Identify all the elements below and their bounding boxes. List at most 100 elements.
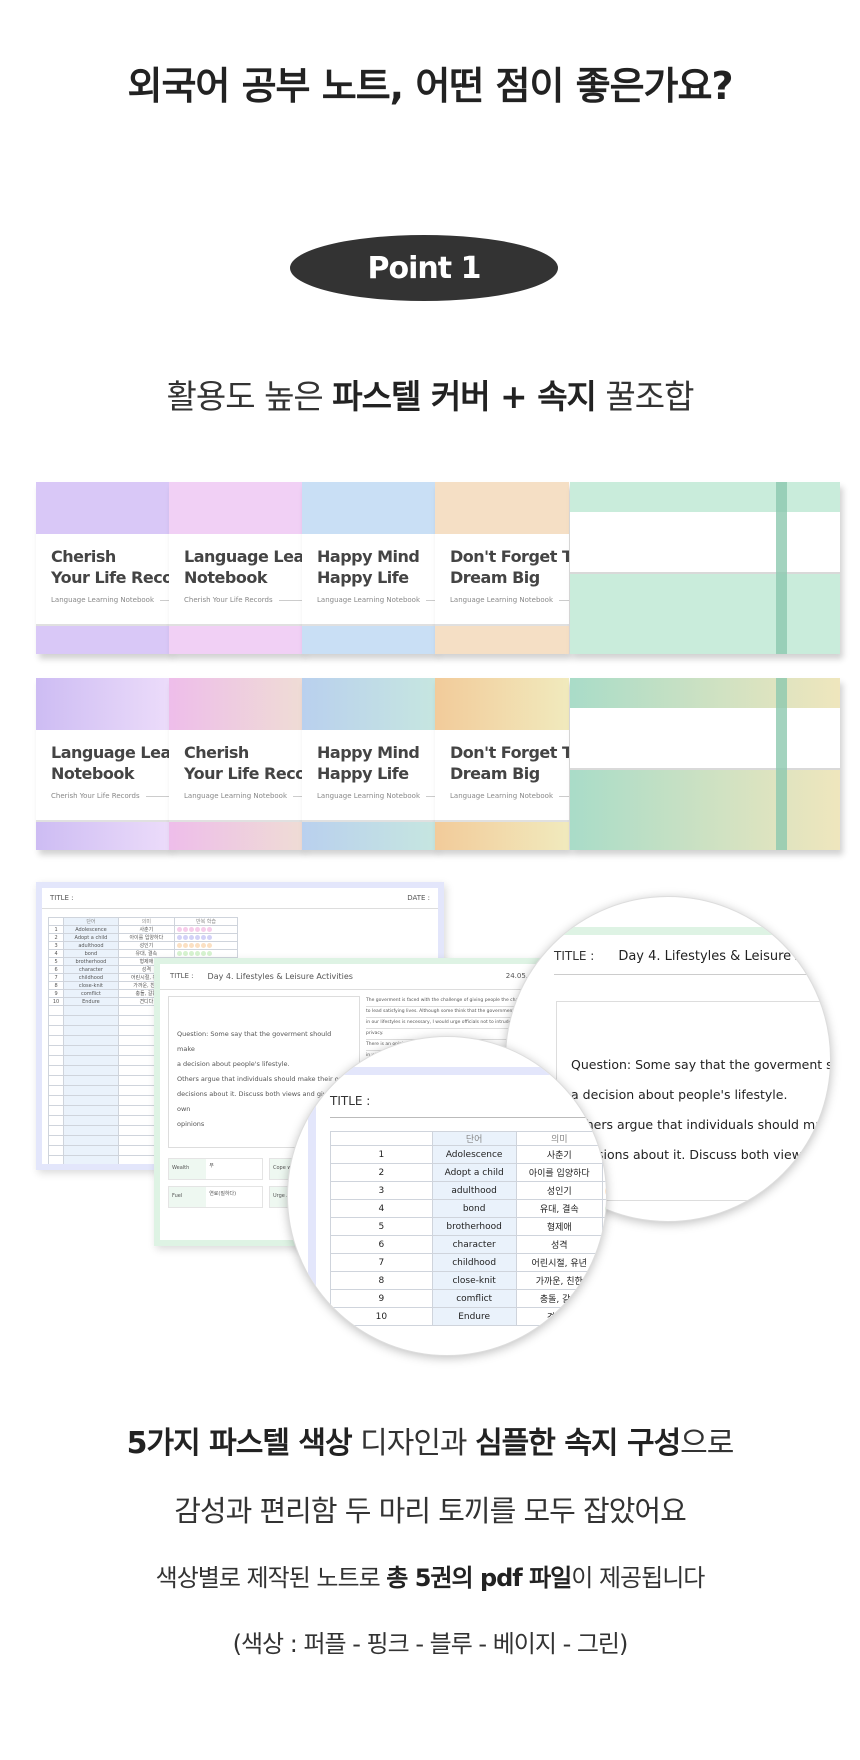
color-list: (색상 : 퍼플 - 핑크 - 블루 - 베이지 - 그린)	[232, 1630, 629, 1658]
text: 으로	[680, 1426, 734, 1461]
cover-title: Don't Forget To	[450, 743, 569, 762]
cover-title: Dream Big	[450, 764, 540, 783]
dot-icon	[176, 934, 182, 940]
question-line: a decision about people's lifestyle.	[571, 1087, 788, 1102]
cover-title: Language Learning	[51, 743, 170, 762]
column-header: 의미	[515, 1131, 603, 1146]
table-row: 6 character 성격	[330, 1235, 606, 1254]
notebook-cover: Cherish Your Life Records Language Learnin…	[36, 482, 170, 654]
bold-text: 심플한 속지 구성	[475, 1426, 681, 1461]
review-dots	[601, 1253, 606, 1272]
table-row: 9 comflict 충돌, 갈등	[330, 1289, 606, 1308]
point-badge: Point 1	[290, 235, 558, 301]
row-number: 1	[330, 1145, 433, 1164]
zoom-circle-vocab: TITLE : 단어의미반복 학습1Adolescence사춘기2Adopt a…	[287, 1036, 607, 1356]
feature-line-1: 5가지 파스텔 색상 디자인과 심플한 속지 구성으로	[0, 1418, 860, 1462]
word-cell: close-knit	[63, 981, 119, 990]
meaning-cell: 사춘기	[117, 925, 175, 934]
table-row: 2 Adopt a child 아이를 입양하다	[47, 933, 239, 942]
column-header: 반복 학습	[173, 917, 239, 926]
notebook-cover-green	[570, 678, 840, 850]
word-cell: comflict	[63, 989, 119, 998]
cover-title: Dream Big	[450, 568, 540, 587]
dot-icon	[604, 1183, 606, 1198]
review-dots	[601, 1289, 606, 1308]
dot-icon	[182, 926, 188, 932]
dot-icon	[194, 926, 200, 932]
word-cell: Endure	[63, 997, 119, 1006]
elastic-strap	[776, 678, 787, 850]
row-number: 7	[47, 973, 65, 982]
table-row: 4 bond 유대, 결속	[47, 949, 239, 958]
meaning-cell: 가까운, 친한	[515, 1271, 603, 1290]
meaning-cell: 성인기	[515, 1181, 603, 1200]
question-line: decisions about it. Discuss both views a…	[571, 1147, 830, 1162]
row-number: 1	[47, 925, 65, 934]
row-number: 3	[47, 941, 65, 950]
bold-text: 5가지 파스텔 색상	[126, 1426, 353, 1461]
column-header: 단어	[431, 1131, 517, 1146]
table-row: 4 bond 유대, 결속	[330, 1199, 606, 1218]
dot-icon	[194, 942, 200, 948]
dot-icon	[188, 942, 194, 948]
word-cell: comflict	[431, 1289, 517, 1308]
cover-title: Your Life Records	[51, 568, 170, 587]
row-number: 10	[330, 1307, 433, 1326]
word-cell: Adolescence	[63, 925, 119, 934]
row-number: 8	[330, 1271, 433, 1290]
row-number: 10	[47, 997, 65, 1006]
subtitle-text: 활용도 높은	[166, 377, 333, 416]
row-number: 4	[330, 1199, 433, 1218]
table-row: 1 Adolescence 사춘기	[47, 925, 239, 934]
word-cell: childhood	[431, 1253, 517, 1272]
feature-line-3: 색상별로 제작된 노트로 총 5권의 pdf 파일이 제공됩니다	[0, 1558, 860, 1593]
page-title: 외국어 공부 노트, 어떤 점이 좋은가요?	[127, 64, 733, 108]
dot-icon	[200, 926, 206, 932]
review-dots	[601, 1199, 606, 1218]
meaning-cell: 충돌, 갈등	[515, 1289, 603, 1308]
dot-icon	[176, 926, 182, 932]
dot-icon	[200, 942, 206, 948]
dot-icon	[194, 934, 200, 940]
question-line: Others argue that individuals should mak…	[571, 1117, 830, 1132]
essay-line: in our lifestyles is necessary, I would …	[366, 1018, 530, 1029]
vocab-word: Wealth	[169, 1159, 207, 1179]
dot-icon	[188, 934, 194, 940]
meaning-cell: 성인기	[117, 941, 175, 950]
review-dots	[601, 1307, 606, 1326]
title-label: TITLE :	[330, 1094, 371, 1108]
feature-line-2: 감성과 편리함 두 마리 토끼를 모두 잡았어요	[174, 1494, 687, 1528]
row-number: 6	[330, 1235, 433, 1254]
text: 색상별로 제작된 노트로	[155, 1564, 387, 1592]
dot-icon	[604, 1237, 606, 1252]
dot-icon	[206, 950, 212, 956]
dot-icon	[182, 950, 188, 956]
row-number: 4	[47, 949, 65, 958]
word-cell: Adopt a child	[63, 933, 119, 942]
subtitle-text: 꿀조합	[595, 377, 694, 416]
notebook-cover: Language Learning Notebook Cherish Your Li…	[169, 482, 303, 654]
title-label: TITLE :	[554, 949, 595, 963]
meaning-cell: 성격	[515, 1235, 603, 1254]
row-number: 8	[47, 981, 65, 990]
review-dots	[601, 1217, 606, 1236]
table-row: 10 Endure 견디다	[330, 1307, 606, 1326]
text: 이 제공됩니다	[571, 1564, 705, 1592]
title-label: TITLE :	[50, 894, 74, 902]
date-label: DATE :	[407, 894, 430, 902]
review-dots	[173, 941, 239, 950]
cover-subtitle: Language Learning Notebook	[184, 792, 303, 800]
dot-icon	[182, 942, 188, 948]
dot-icon	[176, 942, 182, 948]
meaning-cell: 견디다	[515, 1307, 603, 1326]
cover-subtitle: Cherish Your Life Records	[51, 792, 170, 800]
word-cell: character	[431, 1235, 517, 1254]
vocab-cell: Wealth 부	[168, 1158, 263, 1180]
word-cell: brotherhood	[431, 1217, 517, 1236]
dot-icon	[200, 934, 206, 940]
review-dots	[173, 925, 239, 934]
cover-row-gradient: Language Learning Notebook Cherish Your Li…	[36, 678, 840, 850]
review-dots	[601, 1181, 606, 1200]
table-row: 1 Adolescence 사춘기	[330, 1145, 606, 1164]
word-cell: close-knit	[431, 1271, 517, 1290]
